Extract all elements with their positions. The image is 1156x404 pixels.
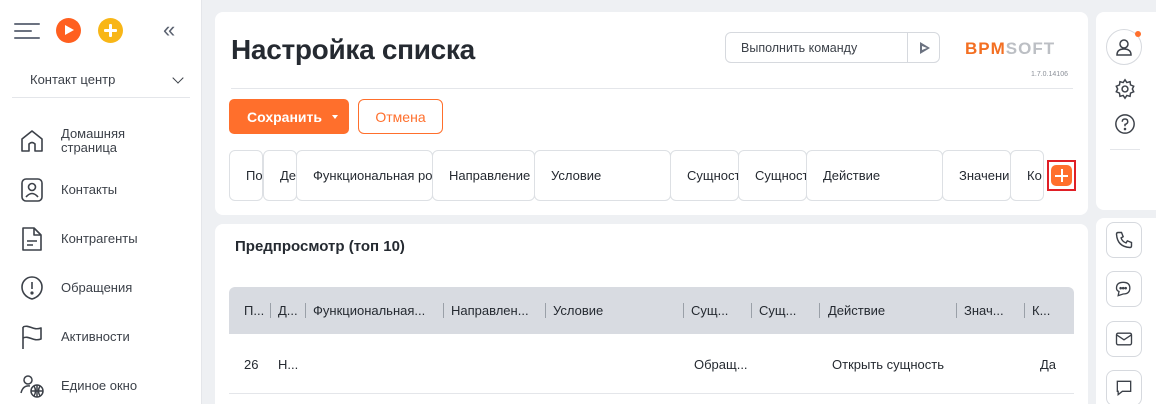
column-separator [443, 303, 444, 318]
home-icon [20, 128, 44, 154]
phone-icon [1115, 231, 1133, 249]
chevron-down-icon [172, 71, 184, 84]
flag-icon [20, 324, 44, 350]
table-cell: 26 [244, 356, 259, 372]
column-chip[interactable]: По [229, 150, 263, 201]
right-rail-top [1096, 12, 1156, 210]
sidebar-nav: Домашняя страница Контакты Контрагенты О… [0, 116, 200, 404]
sidebar-item-label: Единое окно [61, 378, 138, 393]
help-icon[interactable] [1110, 109, 1140, 139]
list-settings-card: Настройка списка BPMSOFT 1.7.0.14106 Сох… [215, 12, 1088, 215]
column-chip[interactable]: Сущност [738, 150, 807, 201]
table-header-cell[interactable]: Направлен... [451, 287, 543, 334]
sidebar-header: « [0, 0, 201, 60]
process-play-icon[interactable] [56, 18, 81, 43]
email-button[interactable] [1106, 321, 1142, 357]
column-separator [819, 303, 820, 318]
save-button-label: Сохранить [247, 108, 322, 125]
table-header-cell[interactable]: Условие [553, 287, 681, 334]
divider [231, 88, 1073, 89]
sidebar-item-label: Домашняя страница [61, 125, 126, 155]
sidebar-item-home[interactable]: Домашняя страница [0, 116, 200, 165]
collapse-sidebar-icon[interactable]: « [163, 19, 175, 41]
right-rail-communications [1096, 218, 1156, 404]
column-chip[interactable]: Ко [1010, 150, 1044, 201]
column-separator [683, 303, 684, 318]
sidebar-item-label: Активности [61, 329, 130, 344]
table-header-cell[interactable]: Сущ... [759, 287, 817, 334]
table-header-cell[interactable]: Действие [828, 287, 956, 334]
settings-gear-icon[interactable] [1110, 74, 1140, 104]
messages-button[interactable] [1106, 370, 1142, 404]
chat-icon [1115, 281, 1131, 297]
user-icon [1116, 39, 1132, 56]
command-input[interactable] [726, 33, 907, 62]
table-header-cell[interactable]: Сущ... [691, 287, 749, 334]
workspace-selector[interactable]: Контакт центр [12, 62, 190, 98]
sidebar-item-label: Обращения [61, 280, 133, 295]
sidebar-item-contacts[interactable]: Контакты [0, 165, 200, 214]
quick-add-icon[interactable] [98, 18, 123, 43]
mail-icon [1115, 332, 1133, 346]
table-cell: Н... [278, 356, 299, 372]
left-sidebar: « Контакт центр Домашняя страница Контак… [0, 0, 202, 404]
table-header-cell[interactable]: К... [1032, 287, 1068, 334]
page-title: Настройка списка [231, 34, 475, 65]
notification-dot [1135, 31, 1141, 37]
table-cell: Да [1040, 356, 1057, 372]
profile-button[interactable] [1106, 29, 1142, 65]
table-header-cell[interactable]: Функциональная... [313, 287, 441, 334]
add-column-button[interactable] [1047, 160, 1076, 191]
column-chip[interactable]: Условие [534, 150, 671, 201]
column-separator [956, 303, 957, 318]
run-command-icon[interactable] [907, 33, 939, 62]
plus-icon [1051, 165, 1072, 186]
cancel-button[interactable]: Отмена [358, 99, 443, 134]
column-chip[interactable]: Де [263, 150, 297, 201]
preview-title: Предпросмотр (топ 10) [235, 238, 405, 255]
sidebar-item-label: Контрагенты [61, 231, 138, 246]
save-button[interactable]: Сохранить [229, 99, 349, 134]
column-chip[interactable]: Направление [432, 150, 535, 201]
column-chip[interactable]: Действие [806, 150, 943, 201]
sidebar-item-accounts[interactable]: Контрагенты [0, 214, 200, 263]
bpmsoft-logo: BPMSOFT [965, 39, 1056, 58]
message-icon [1116, 380, 1132, 397]
alert-icon [20, 275, 44, 301]
phone-button[interactable] [1106, 222, 1142, 258]
sidebar-item-label: Контакты [61, 182, 118, 197]
preview-table-header: П... Д... Функциональная... Направлен...… [229, 287, 1074, 334]
table-row[interactable]: 26 Н... Обращ... Открыть сущность Да [229, 334, 1074, 394]
version-label: 1.7.0.14106 [1031, 71, 1068, 78]
menu-icon[interactable] [14, 21, 40, 41]
preview-card: Предпросмотр (топ 10) П... Д... Функцион… [215, 224, 1088, 404]
divider [1110, 149, 1140, 150]
sidebar-item-omnichannel[interactable]: Единое окно [0, 361, 200, 404]
table-header-cell[interactable]: П... [244, 287, 266, 334]
column-chip[interactable]: Сущност [670, 150, 739, 201]
sidebar-item-cases[interactable]: Обращения [0, 263, 200, 312]
table-header-cell[interactable]: Д... [278, 287, 302, 334]
document-icon [20, 226, 44, 252]
contact-icon [20, 177, 44, 203]
column-separator [270, 303, 271, 318]
column-separator [545, 303, 546, 318]
chat-button[interactable] [1106, 271, 1142, 307]
table-cell: Обращ... [694, 356, 748, 372]
column-separator [751, 303, 752, 318]
table-cell: Открыть сущность [832, 356, 944, 372]
caret-down-icon[interactable] [331, 114, 338, 119]
sidebar-item-activities[interactable]: Активности [0, 312, 200, 361]
table-header-cell[interactable]: Знач... [964, 287, 1022, 334]
column-chip[interactable]: Функциональная ро [296, 150, 433, 201]
column-separator [1024, 303, 1025, 318]
command-line [725, 32, 940, 63]
workspace-label: Контакт центр [30, 72, 116, 87]
column-chip[interactable]: Значени [942, 150, 1011, 201]
column-separator [305, 303, 306, 318]
omnichannel-icon [20, 373, 44, 399]
